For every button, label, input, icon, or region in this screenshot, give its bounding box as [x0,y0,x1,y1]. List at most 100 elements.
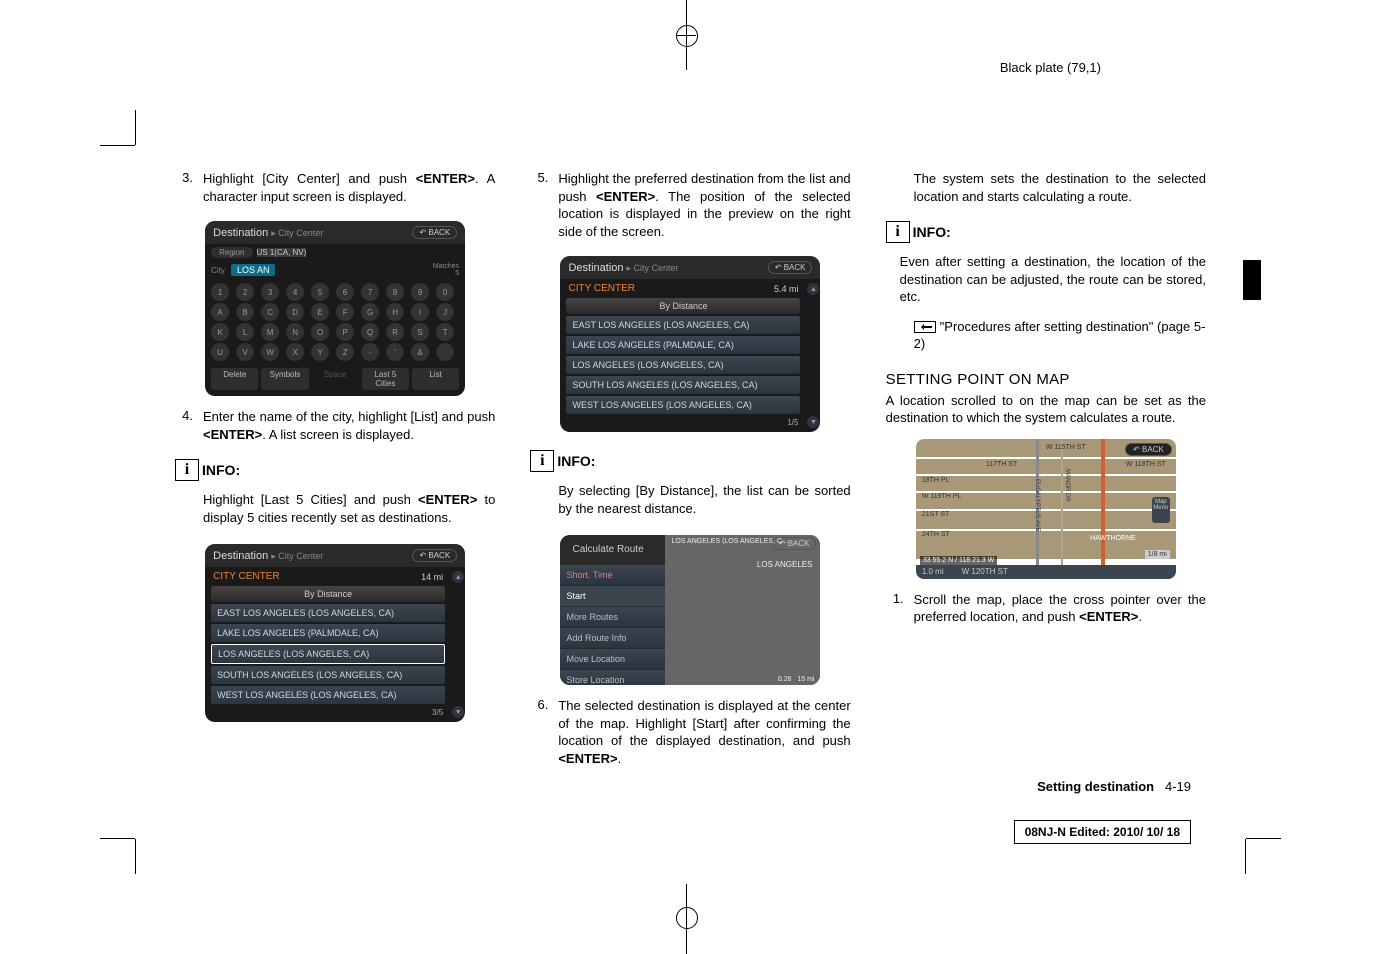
keyboard-key[interactable]: U [211,343,229,361]
list-item[interactable]: SOUTH LOS ANGELES (LOS ANGELES, CA) [211,666,445,684]
keyboard-key[interactable] [436,343,454,361]
info-label: INFO: [202,462,240,478]
keyboard-key[interactable]: W [261,343,279,361]
scroll-up-icon[interactable]: ▲ [807,283,819,295]
keyboard-key[interactable]: T [436,323,454,341]
keyboard-key[interactable]: 8 [386,283,404,301]
keyboard-key[interactable]: M [261,323,279,341]
street-label: W 115TH ST [1046,444,1086,451]
list-item[interactable]: WEST LOS ANGELES (LOS ANGELES, CA) [566,396,800,414]
list-item[interactable]: EAST LOS ANGELES (LOS ANGELES, CA) [211,604,445,622]
reference-text: "Procedures after setting destination" (… [914,319,1206,352]
keyboard-key[interactable]: O [311,323,329,341]
keyboard-key[interactable]: 5 [311,283,329,301]
screen-title: Destination [568,262,623,274]
route-map[interactable]: ↶ BACK LOS ANGELES (LOS ANGELES, C... LO… [665,535,820,685]
keyboard-key[interactable]: K [211,323,229,341]
scroll-down-icon[interactable]: ▼ [452,706,464,718]
route-menu-item[interactable]: Short. Time [560,565,665,585]
text: Enter the name of the city, highlight [L… [203,409,495,424]
reference-icon [914,321,936,333]
screenshot-city-list: Destination▸ City Center ↶ BACK CITY CEN… [205,544,465,722]
back-button[interactable]: ↶ BACK [412,549,457,562]
text: . A list screen is displayed. [262,427,414,442]
space-button[interactable]: Space [312,368,359,390]
keyboard-key[interactable]: S [411,323,429,341]
keyboard-key[interactable]: V [236,343,254,361]
route-menu-item[interactable]: More Routes [560,607,665,627]
map-menu-button[interactable]: Map Menu [1152,497,1170,523]
route-menu-item[interactable]: Add Route Info [560,628,665,648]
keyboard-key[interactable]: L [236,323,254,341]
column-1: 3. Highlight [City Center] and push <ENT… [175,170,495,814]
distance-value: 14 mi [421,572,443,582]
keyboard-key[interactable]: 6 [336,283,354,301]
keyboard-key[interactable]: & [411,343,429,361]
screenshot-map[interactable]: ↶ BACK W 115TH ST 117TH ST W 118TH ST 18… [916,439,1176,579]
keyboard-key[interactable]: 1 [211,283,229,301]
paragraph: The system sets the destination to the s… [914,170,1206,205]
list-item[interactable]: LAKE LOS ANGELES (PALMDALE, CA) [211,624,445,642]
keyboard-key[interactable]: D [286,303,304,321]
keyboard-key[interactable]: Q [361,323,379,341]
keyboard-key[interactable]: X [286,343,304,361]
list-item[interactable]: EAST LOS ANGELES (LOS ANGELES, CA) [566,316,800,334]
keyboard-key[interactable]: A [211,303,229,321]
region-button[interactable]: Region [211,247,252,258]
sort-button[interactable]: By Distance [211,586,445,602]
keyboard-key[interactable]: 9 [411,283,429,301]
symbols-button[interactable]: Symbols [261,368,308,390]
keyboard-key[interactable]: H [386,303,404,321]
keyboard-key[interactable]: 2 [236,283,254,301]
keyboard-key[interactable]: 7 [361,283,379,301]
keyboard-grid[interactable]: 1234567890 ABCDEFGHIJ KLMNOPQRST UVWXYZ-'& [205,279,465,365]
enter-key: <ENTER> [558,751,617,766]
route-menu-item[interactable]: Start [560,586,665,606]
back-button[interactable]: ↶ BACK [1125,443,1172,456]
keyboard-key[interactable]: P [336,323,354,341]
column-3: The system sets the destination to the s… [886,170,1206,814]
keyboard-key[interactable]: I [411,303,429,321]
list-button[interactable]: List [412,368,459,390]
list-item[interactable]: LOS ANGELES (LOS ANGELES, CA) [566,356,800,374]
city-input[interactable]: LOS AN [231,264,276,276]
route-menu-item[interactable]: Move Location [560,649,665,669]
keyboard-key[interactable]: ' [386,343,404,361]
scroll-down-icon[interactable]: ▼ [807,416,819,428]
keyboard-key[interactable]: G [361,303,379,321]
list-item[interactable]: WEST LOS ANGELES (LOS ANGELES, CA) [211,686,445,704]
keyboard-key[interactable]: J [436,303,454,321]
keyboard-key[interactable]: Y [311,343,329,361]
map-coordinates: 33 55.2 N / 118 21.3 W [920,556,997,565]
keyboard-key[interactable]: - [361,343,379,361]
keyboard-key[interactable]: C [261,303,279,321]
keyboard-key[interactable]: 4 [286,283,304,301]
breadcrumb: ▸ City Center [627,263,679,273]
section-heading: SETTING POINT ON MAP [886,371,1206,388]
route-menu-item[interactable]: Store Location [560,670,665,685]
keyboard-key[interactable]: N [286,323,304,341]
delete-button[interactable]: Delete [211,368,258,390]
last5-button[interactable]: Last 5 Cities [362,368,409,390]
street-label: 18TH PL [922,477,950,484]
breadcrumb: ▸ City Center [271,551,323,561]
sort-button[interactable]: By Distance [566,298,800,314]
back-button[interactable]: ↶ BACK [768,261,813,274]
paragraph: A location scrolled to on the map can be… [886,392,1206,427]
list-item[interactable]: LOS ANGELES (LOS ANGELES, CA) [211,644,445,664]
keyboard-key[interactable]: 0 [436,283,454,301]
keyboard-key[interactable]: Z [336,343,354,361]
street-label: HAWTHORNE [1090,535,1136,542]
keyboard-key[interactable]: F [336,303,354,321]
enter-key: <ENTER> [1079,609,1138,624]
back-button[interactable]: ↶ BACK [412,226,457,239]
screenshot-calculate-route: Calculate Route Short. TimeStartMore Rou… [560,535,820,685]
info-heading: i INFO: [886,221,1206,243]
list-item[interactable]: SOUTH LOS ANGELES (LOS ANGELES, CA) [566,376,800,394]
scroll-up-icon[interactable]: ▲ [452,571,464,583]
keyboard-key[interactable]: E [311,303,329,321]
list-item[interactable]: LAKE LOS ANGELES (PALMDALE, CA) [566,336,800,354]
keyboard-key[interactable]: B [236,303,254,321]
keyboard-key[interactable]: R [386,323,404,341]
keyboard-key[interactable]: 3 [261,283,279,301]
